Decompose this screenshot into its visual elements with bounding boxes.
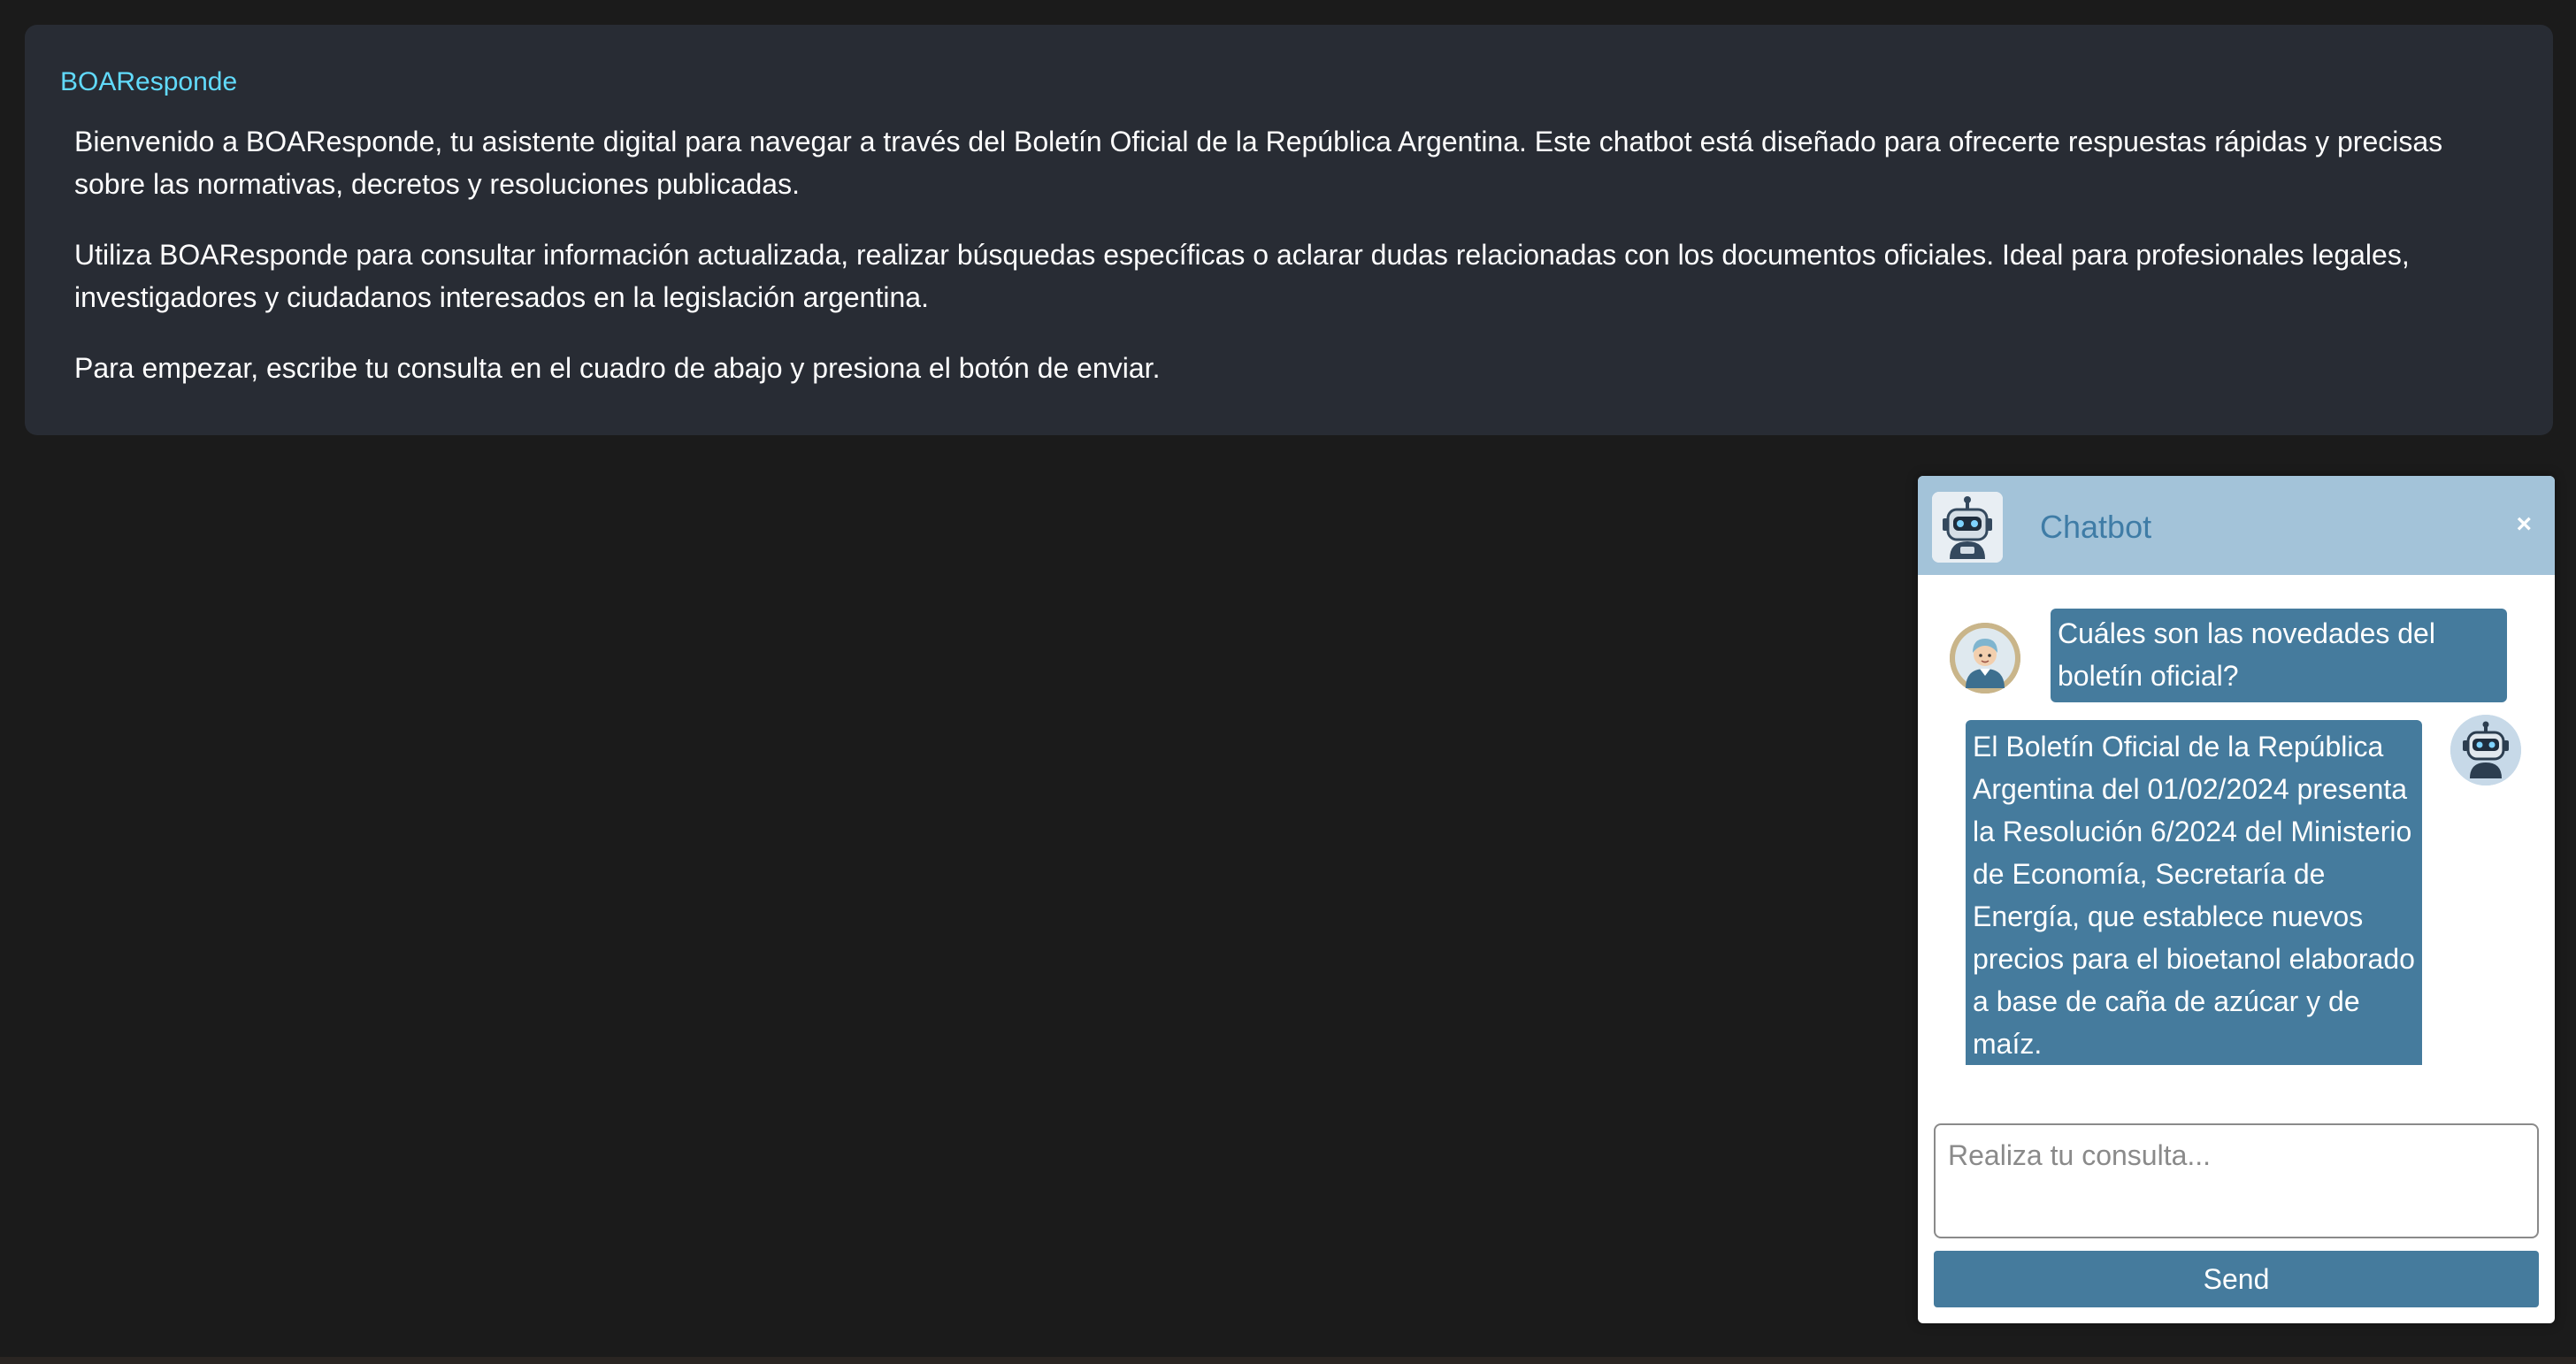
robot-icon <box>1932 492 2003 563</box>
user-message-bubble: Cuáles son las novedades del boletín ofi… <box>2051 609 2507 702</box>
close-button[interactable]: × <box>2516 511 2532 538</box>
intro-paragraph-usage: Utiliza BOAResponde para consultar infor… <box>74 239 2410 313</box>
user-avatar-icon <box>1950 623 2020 693</box>
robot-icon <box>2450 715 2521 785</box>
bot-message-bubble: El Boletín Oficial de la República Argen… <box>1966 720 2422 1065</box>
send-button[interactable]: Send <box>1934 1251 2539 1307</box>
intro-paragraph-welcome: Bienvenido a BOAResponde, tu asistente d… <box>74 126 2443 200</box>
intro-paragraph-instructions: Para empezar, escribe tu consulta en el … <box>74 352 1161 384</box>
intro-card: BOAResponde Bienvenido a BOAResponde, tu… <box>25 25 2553 435</box>
chat-title: Chatbot <box>2040 509 2152 545</box>
chat-header: Chatbot × <box>1918 476 2555 575</box>
query-input[interactable] <box>1934 1123 2539 1238</box>
chat-widget: Chatbot × Cuáles son las novedades del b… <box>1918 476 2555 1323</box>
bottom-strip <box>0 1357 2576 1364</box>
app-title: BOAResponde <box>60 67 238 96</box>
